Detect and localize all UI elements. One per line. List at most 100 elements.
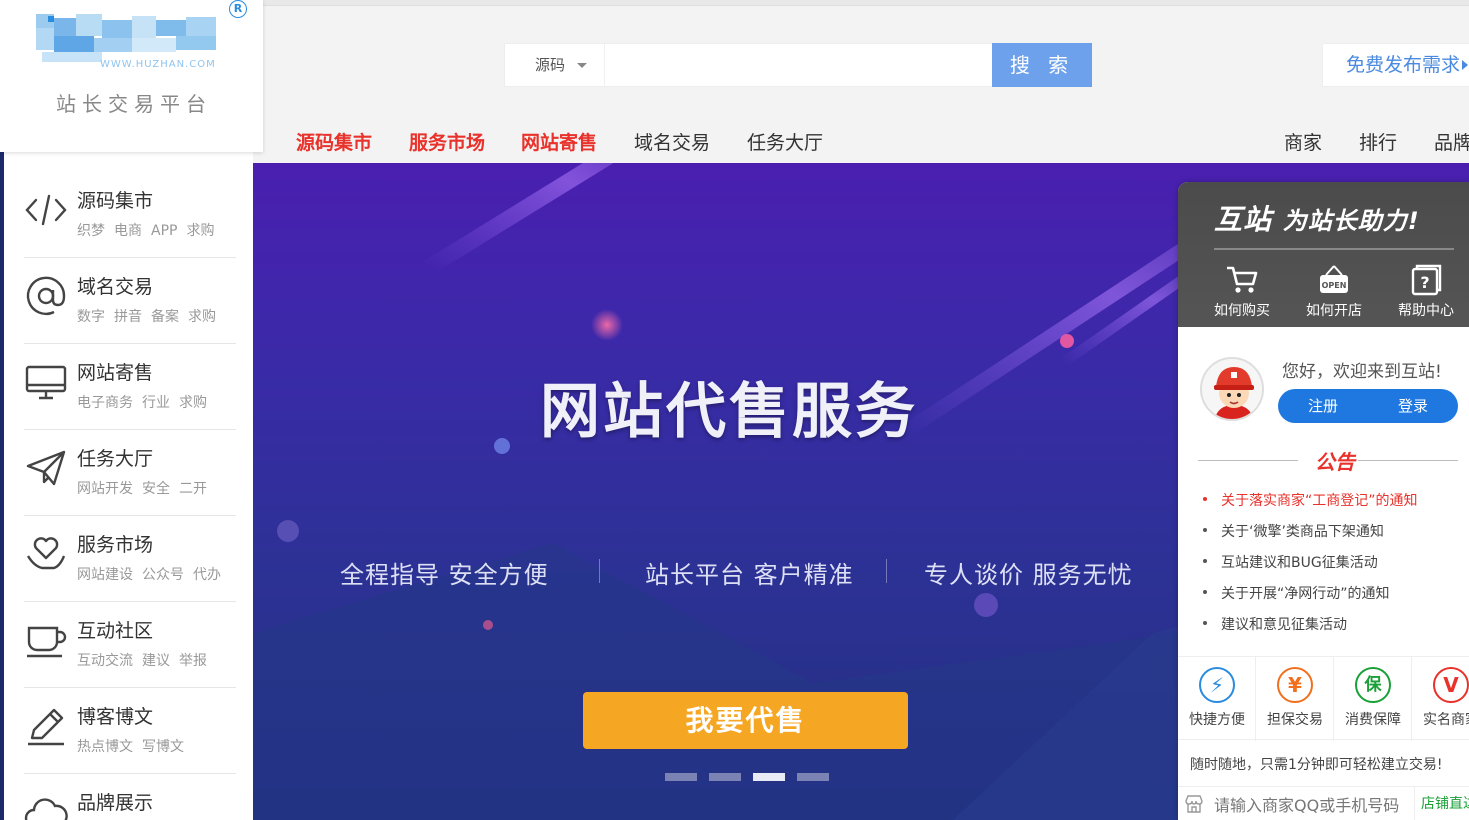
feature-protection[interactable]: 保 消费保障 <box>1334 657 1412 741</box>
sub-link[interactable]: 电子商务 <box>77 395 133 411</box>
sidebar-item-subs: 网站建设 公众号 代办 <box>77 564 230 584</box>
sub-link[interactable]: 行业 <box>142 395 170 411</box>
carousel-dot[interactable] <box>797 773 829 781</box>
monitor-icon <box>25 365 67 400</box>
feature-fast[interactable]: ⚡ 快捷方便 <box>1178 657 1256 741</box>
sub-link[interactable]: APP <box>151 223 177 239</box>
yen-icon: ¥ <box>1277 667 1313 703</box>
sidebar-item-title: 服务市场 <box>77 534 154 556</box>
sub-link[interactable]: 备案 <box>151 309 179 325</box>
arrow-right-icon <box>1462 60 1468 70</box>
sidebar-item-community[interactable]: 互动社区 互动交流 建议 举报 <box>24 602 236 688</box>
sub-link[interactable]: 公众号 <box>142 567 184 583</box>
consign-now-button[interactable]: 我要代售 <box>583 692 908 749</box>
search-bar: 源码 搜 索 <box>504 43 1092 87</box>
nav-item-ranking[interactable]: 排行 <box>1359 128 1397 155</box>
notice-title: 公告 <box>1315 450 1355 474</box>
nav-item-merchants[interactable]: 商家 <box>1284 128 1322 155</box>
search-category-select[interactable]: 源码 <box>505 44 605 86</box>
carousel-dot[interactable] <box>665 773 697 781</box>
notice-item[interactable]: 关于‘微擎’类商品下架通知 <box>1200 521 1418 552</box>
sidebar-item-subs: 热点博文 写博文 <box>77 736 193 756</box>
heart-hand-icon <box>26 537 66 570</box>
sub-link[interactable]: 举报 <box>179 653 207 669</box>
sub-link[interactable]: 网站开发 <box>77 481 133 497</box>
bolt-icon: ⚡ <box>1199 667 1235 703</box>
open-sign-icon: OPEN <box>1320 265 1348 293</box>
nav-item-service-market[interactable]: 服务市场 <box>409 128 485 155</box>
sidebar-item-title: 源码集市 <box>77 190 154 212</box>
store-search: 请输入商家QQ或手机号码 店铺直达 <box>1178 786 1469 820</box>
feature-escrow[interactable]: ¥ 担保交易 <box>1256 657 1334 741</box>
sidebar-item-subs: 数字 拼音 备案 求购 <box>77 306 225 326</box>
sub-link[interactable]: 拼音 <box>114 309 142 325</box>
notice-list: 关于落实商家“工商登记”的通知 关于‘微擎’类商品下架通知 互站建议和BUG征集… <box>1200 490 1418 645</box>
how-to-buy-label: 如何购买 <box>1214 303 1270 319</box>
register-button[interactable]: 注册 <box>1278 389 1368 423</box>
login-button[interactable]: 登录 <box>1368 389 1458 423</box>
nav-item-source-market[interactable]: 源码集市 <box>296 128 372 155</box>
sub-link[interactable]: 二开 <box>179 481 207 497</box>
sidebar-item-task-hall[interactable]: 任务大厅 网站开发 安全 二开 <box>24 430 236 516</box>
nav-item-site-consignment[interactable]: 网站寄售 <box>521 128 597 155</box>
search-button[interactable]: 搜 索 <box>992 43 1092 87</box>
sub-link[interactable]: 写博文 <box>142 739 184 755</box>
divider <box>1198 460 1298 461</box>
sub-link[interactable]: 互动交流 <box>77 653 133 669</box>
cloud-icon <box>24 798 68 820</box>
search-input[interactable] <box>607 44 991 86</box>
sub-link[interactable]: 建议 <box>142 653 170 669</box>
auth-buttons: 注册 登录 <box>1278 389 1458 423</box>
notice-item[interactable]: 建议和意见征集活动 <box>1200 614 1418 645</box>
shield-icon: 保 <box>1355 667 1391 703</box>
feature-label: 快捷方便 <box>1189 712 1245 728</box>
banner-feature: 站长平台 客户精准 <box>645 561 854 589</box>
carousel-dot[interactable] <box>709 773 741 781</box>
sidebar-item-site-consignment[interactable]: 网站寄售 电子商务 行业 求购 <box>24 344 236 430</box>
sidebar-item-brands[interactable]: 品牌展示 <box>24 774 236 820</box>
sub-link[interactable]: 电商 <box>114 223 142 239</box>
store-search-input[interactable]: 请输入商家QQ或手机号码 <box>1214 792 1399 816</box>
sidebar-item-domain-trade[interactable]: 域名交易 数字 拼音 备案 求购 <box>24 258 236 344</box>
sidebar-item-blog[interactable]: 博客博文 热点博文 写博文 <box>24 688 236 774</box>
sub-link[interactable]: 求购 <box>179 395 207 411</box>
how-to-open-store-link[interactable]: OPEN 如何开店 <box>1294 264 1374 320</box>
logo[interactable]: WWW.HUZHAN.COM R 站长交易平台 <box>0 0 263 152</box>
sub-link[interactable]: 安全 <box>142 481 170 497</box>
nav-item-domain-trade[interactable]: 域名交易 <box>634 128 710 155</box>
notice-item[interactable]: 关于落实商家“工商登记”的通知 <box>1200 490 1418 521</box>
banner-feature: 全程指导 安全方便 <box>340 561 549 589</box>
feature-verified[interactable]: V 实名商家 <box>1412 667 1469 729</box>
user-panel: 互站 为站长助力! 如何购买 OPEN 如何开店 ? 帮助中心 您好，欢迎来到互… <box>1178 182 1469 820</box>
sub-link[interactable]: 网站建设 <box>77 567 133 583</box>
store-icon <box>1185 795 1203 813</box>
panel-header: 互站 为站长助力! 如何购买 OPEN 如何开店 ? 帮助中心 <box>1178 182 1469 327</box>
carousel-dot-active[interactable] <box>753 773 785 781</box>
nav-item-brands[interactable]: 品牌 <box>1434 128 1469 155</box>
publish-request-button[interactable]: 免费发布需求 <box>1322 43 1469 87</box>
page: WWW.HUZHAN.COM R 站长交易平台 源码 搜 索 免费发布需求 源码… <box>0 0 1469 820</box>
notice-item[interactable]: 互站建议和BUG征集活动 <box>1200 552 1418 583</box>
sidebar-item-title: 品牌展示 <box>77 792 154 814</box>
help-center-link[interactable]: ? 帮助中心 <box>1386 264 1466 320</box>
sidebar-item-source-market[interactable]: 源码集市 织梦 电商 APP 求购 <box>24 172 236 258</box>
chevron-down-icon <box>577 63 587 68</box>
feature-label: 消费保障 <box>1345 712 1401 728</box>
sub-link[interactable]: 织梦 <box>77 223 105 239</box>
sub-link[interactable]: 求购 <box>188 309 216 325</box>
sidebar-item-subs: 互动交流 建议 举报 <box>77 650 216 670</box>
registered-mark-icon: R <box>229 0 247 18</box>
how-to-buy-link[interactable]: 如何购买 <box>1202 264 1282 320</box>
sub-link[interactable]: 代办 <box>193 567 221 583</box>
feature-label: 担保交易 <box>1267 712 1323 728</box>
banner-feature: 专人谈价 服务无忧 <box>924 561 1133 589</box>
nav-item-task-hall[interactable]: 任务大厅 <box>747 128 823 155</box>
sidebar-item-title: 互动社区 <box>77 620 154 642</box>
notice-item[interactable]: 关于开展“净网行动”的通知 <box>1200 583 1418 614</box>
sub-link[interactable]: 求购 <box>186 223 214 239</box>
sub-link[interactable]: 热点博文 <box>77 739 133 755</box>
sub-link[interactable]: 数字 <box>77 309 105 325</box>
svg-text:?: ? <box>1420 273 1429 292</box>
store-direct-button[interactable]: 店铺直达 <box>1414 787 1469 820</box>
sidebar-item-service-market[interactable]: 服务市场 网站建设 公众号 代办 <box>24 516 236 602</box>
